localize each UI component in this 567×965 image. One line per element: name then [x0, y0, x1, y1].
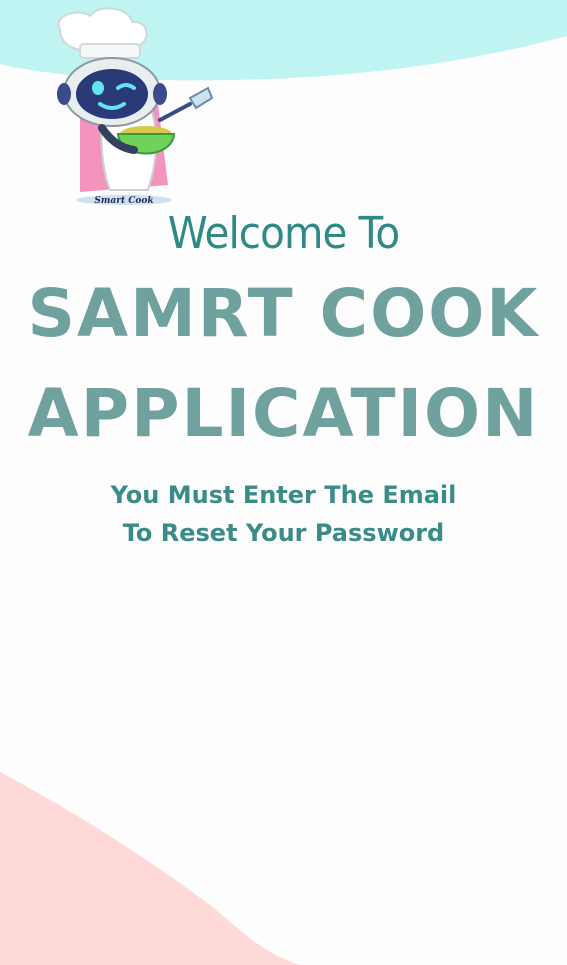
app-name-line-1: SAMRT COOK [27, 275, 540, 352]
smart-cook-logo: Smart Cook [57, 7, 214, 206]
reset-instructions-line-1: You Must Enter The Email [110, 481, 457, 509]
reset-password-screen: Smart Cook Welcome To SAMRT COOK APPLICA… [0, 0, 567, 965]
reset-instructions-line-2: To Reset Your Password [122, 519, 445, 547]
app-name-line-2: APPLICATION [27, 375, 540, 452]
logo-caption: Smart Cook [94, 196, 153, 206]
reset-instructions: You Must Enter The Email To Reset Your P… [0, 476, 567, 552]
welcome-heading: Welcome To [167, 208, 400, 259]
